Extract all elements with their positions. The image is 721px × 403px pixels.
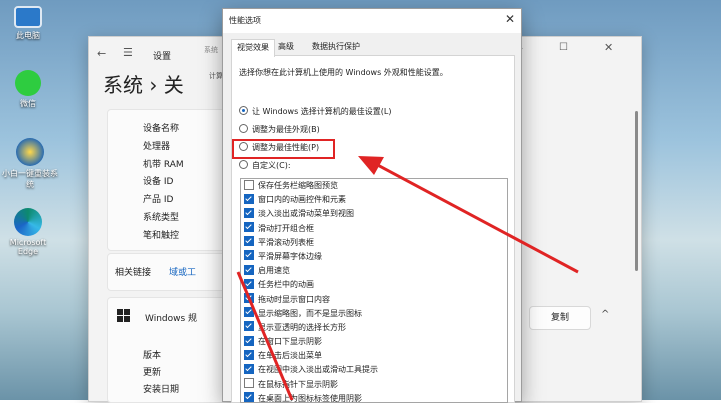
annotation-arrow: [358, 156, 579, 274]
tab-visual-effects[interactable]: 视觉效果: [231, 39, 275, 57]
annotation-overlay: [236, 156, 579, 400]
annotation-arrow-lower: [236, 271, 294, 400]
